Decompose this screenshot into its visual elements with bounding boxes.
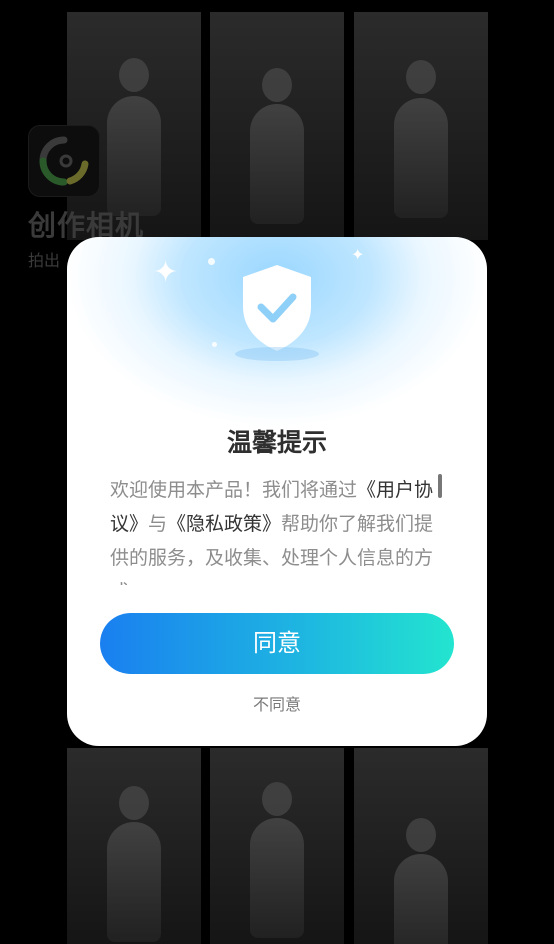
agree-button[interactable]: 同意 — [100, 613, 454, 674]
shield-check-icon — [243, 265, 311, 351]
sparkle-dot — [208, 258, 215, 265]
body-text-intro: 欢迎使用本产品！我们将通过 — [110, 479, 358, 501]
privacy-dialog: ✦ ✦ 温馨提示 欢迎使用本产品！我们将通过《用户协议》与《隐私政策》帮助你了解… — [67, 237, 487, 746]
dialog-body-text: 欢迎使用本产品！我们将通过《用户协议》与《隐私政策》帮助你了解我们提供的服务，及… — [110, 473, 448, 585]
app-screen: 创作相机 拍出 ✦ ✦ 温馨提示 欢迎使用本产品！我们将通过《用户协议》与《隐私… — [0, 0, 554, 944]
background-photo — [210, 748, 344, 944]
dialog-hero-illustration: ✦ ✦ — [67, 237, 487, 427]
background-photo — [354, 748, 488, 944]
dialog-title: 温馨提示 — [226, 428, 327, 457]
sparkle-icon: ✦ — [153, 255, 179, 290]
app-logo — [28, 125, 100, 197]
background-photo — [354, 12, 488, 240]
disagree-button[interactable]: 不同意 — [227, 690, 327, 720]
body-text-and: 与 — [148, 513, 168, 535]
privacy-policy-link[interactable]: 《隐私政策》 — [167, 513, 281, 535]
sparkle-dot — [212, 342, 217, 347]
app-slogan: 拍出 — [28, 251, 61, 270]
sparkle-icon: ✦ — [351, 245, 365, 264]
background-photo — [67, 748, 201, 944]
background-photo — [210, 12, 344, 240]
body-scrollbar[interactable] — [438, 474, 442, 498]
shield-shadow — [235, 347, 319, 361]
camera-lens-logo-icon — [39, 136, 89, 186]
